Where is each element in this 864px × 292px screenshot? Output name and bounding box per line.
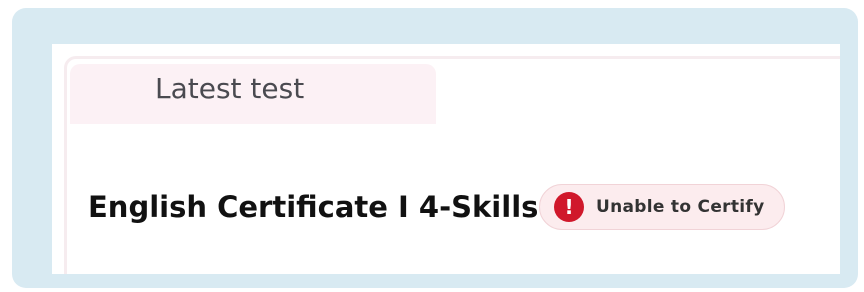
outer-frame: Latest test English Certificate I 4-Skil… — [12, 8, 858, 288]
status-badge-label: Unable to Certify — [596, 197, 765, 217]
certificate-title: English Certificate I 4-Skills — [88, 190, 539, 224]
tab-label: Latest test — [155, 72, 305, 105]
content-panel: Latest test English Certificate I 4-Skil… — [52, 44, 840, 274]
exclamation-icon: ! — [554, 192, 584, 222]
status-badge: ! Unable to Certify — [539, 184, 786, 230]
